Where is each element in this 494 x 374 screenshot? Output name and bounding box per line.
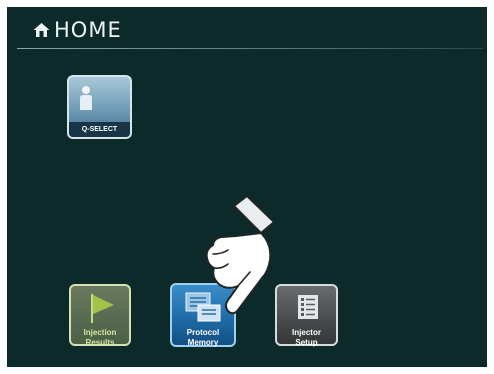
q-select-label: Q-SELECT [81,126,118,133]
injection-results-label: Injection Results [71,328,129,348]
injector-setup-label-line1: Injector [292,328,321,337]
clipboard-icon [298,295,318,319]
home-screen: HOME Q-SELECT Injection Results Protocol… [7,7,487,367]
injection-results-label-line2: Results [85,338,115,347]
injector-setup-label-line2: Setup [295,338,318,347]
q-select-button[interactable]: Q-SELECT [67,75,132,139]
protocol-memory-icon [185,292,221,322]
flag-icon [91,294,114,323]
header: HOME [7,7,487,51]
injection-results-button[interactable]: Injection Results [69,284,131,348]
protocol-memory-button[interactable]: Protocol Memory [170,283,236,347]
protocol-memory-label-line2: Memory [187,338,219,347]
injector-setup-button[interactable]: Injector Setup [275,284,338,348]
header-divider [17,48,483,49]
home-icon [33,23,50,37]
page-title: HOME [54,18,122,42]
protocol-memory-label-line1: Protocol [186,328,220,337]
protocol-memory-label: Protocol Memory [172,328,234,348]
person-icon [80,86,92,110]
injection-results-label-line1: Injection [83,328,117,337]
injector-setup-label: Injector Setup [277,328,336,348]
